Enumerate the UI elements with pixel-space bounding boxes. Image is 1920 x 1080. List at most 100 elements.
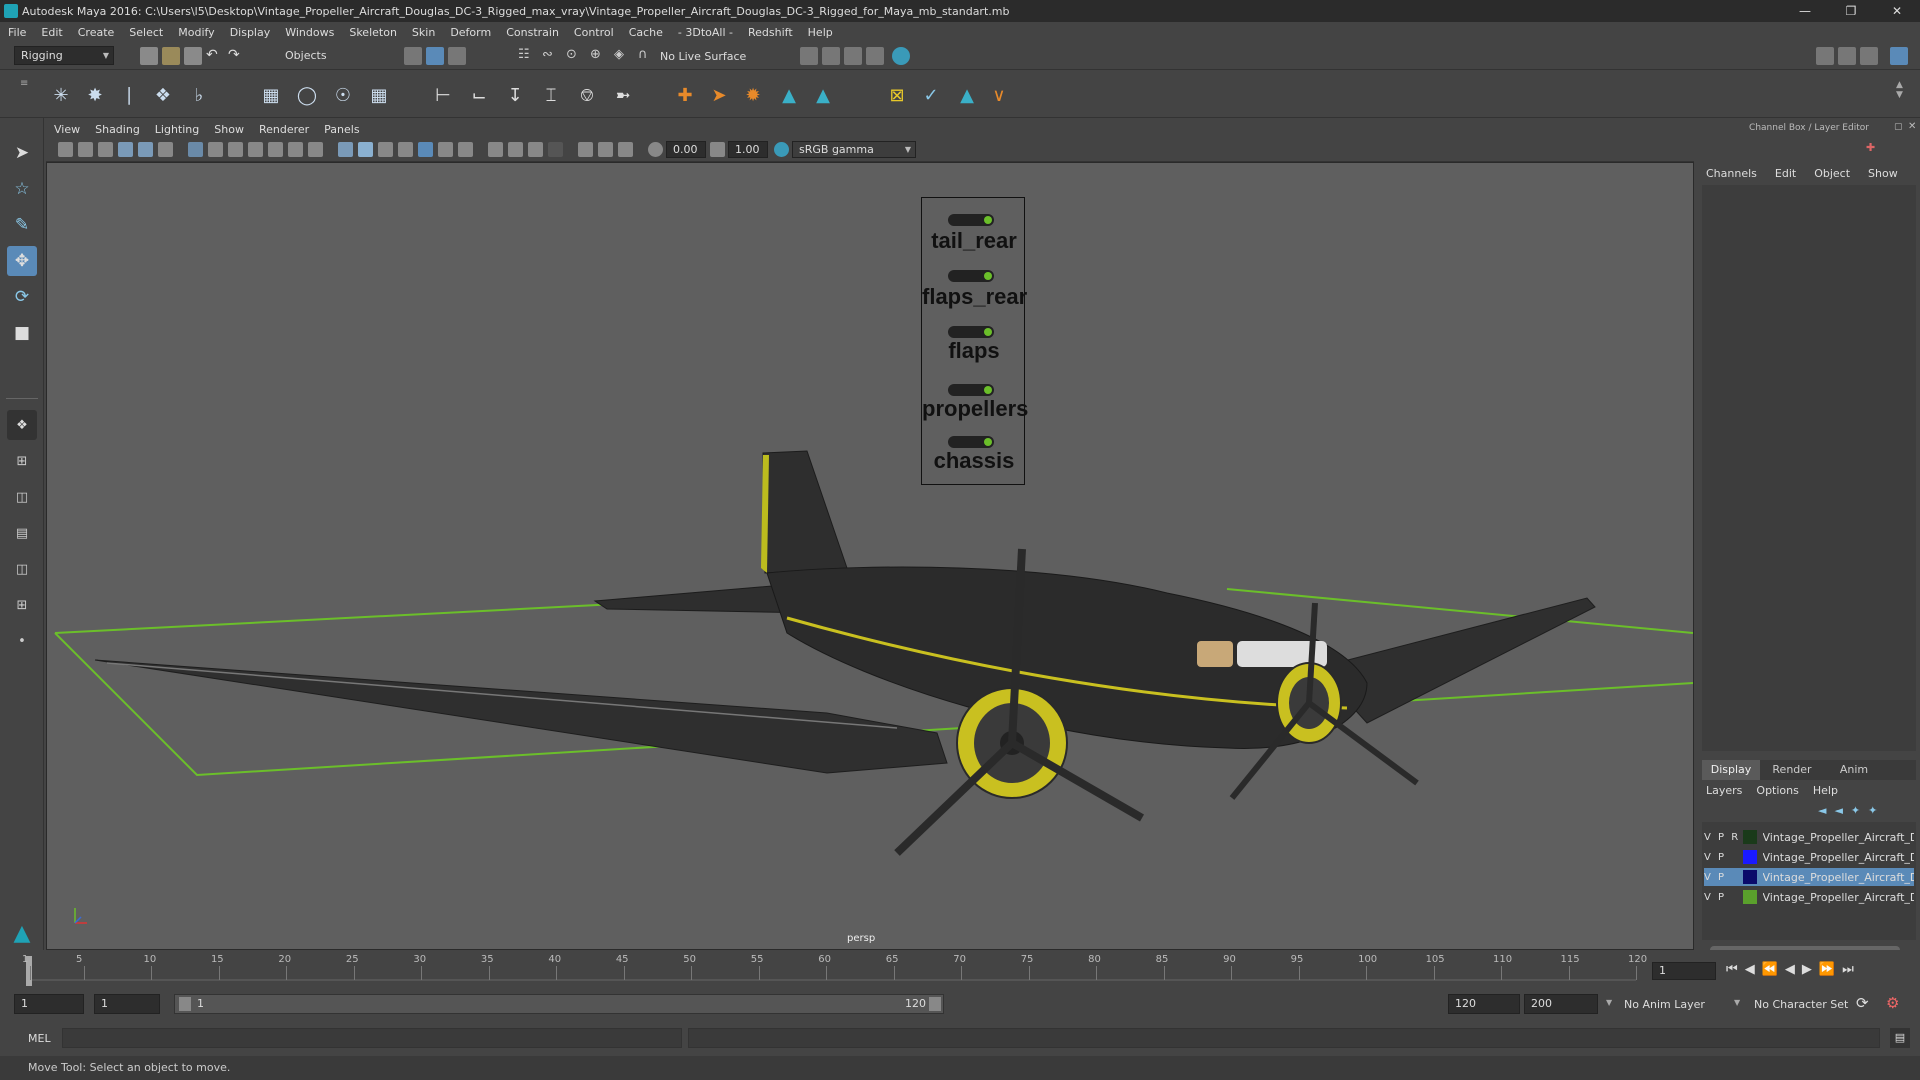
chevron-down-icon[interactable]: ▼ (1734, 998, 1740, 1007)
maximize-icon[interactable]: ❐ (1828, 0, 1874, 22)
new-scene-icon[interactable] (140, 47, 158, 65)
custom-layout-icon[interactable]: • (7, 626, 37, 656)
render-view-icon[interactable] (800, 47, 818, 65)
layer-flags[interactable]: V P R (1704, 832, 1743, 843)
layer-menu-options[interactable]: Options (1756, 784, 1798, 797)
select-component-icon[interactable] (448, 47, 466, 65)
multisample-aa-icon[interactable] (508, 142, 523, 157)
channel-list[interactable] (1702, 185, 1916, 751)
ipr-render-icon[interactable] (844, 47, 862, 65)
cb-menu-edit[interactable]: Edit (1775, 167, 1796, 180)
range-bar[interactable]: 1 120 (174, 994, 944, 1014)
snap-grid-icon[interactable]: ☷ (518, 47, 536, 65)
joint-tool-icon[interactable]: ✳ (48, 82, 74, 108)
bookmark-icon[interactable] (98, 142, 113, 157)
move-tool-icon[interactable]: ✥ (7, 246, 37, 276)
color-space-dropdown[interactable]: sRGB gamma ▼ (792, 141, 916, 158)
selection-mode-dropdown[interactable]: Objects (278, 46, 378, 65)
menu-skeleton[interactable]: Skeleton (349, 26, 397, 39)
menu-skin[interactable]: Skin (412, 26, 435, 39)
film-gate-icon[interactable] (208, 142, 223, 157)
layer-flags[interactable]: V P (1704, 872, 1743, 883)
time-slider[interactable]: 1 5 10 15 20 25 30 35 40 45 50 55 60 65 70 75 80 85 90 95 10… (0, 950, 1920, 990)
smooth-bind-icon[interactable]: ⌙ (466, 82, 492, 108)
menu-select[interactable]: Select (129, 26, 163, 39)
tail-rear-switch[interactable] (948, 214, 994, 226)
playback-start-field[interactable]: 1 (94, 994, 160, 1014)
layer-row[interactable]: V P R Vintage_Propeller_Aircraft_D (1704, 828, 1914, 846)
anim-layer-dropdown[interactable]: No Anim Layer (1624, 998, 1705, 1011)
range-start-handle[interactable] (179, 997, 191, 1011)
tool-settings-icon[interactable] (1860, 47, 1878, 65)
ik-spline-icon[interactable]: ∣ (116, 82, 142, 108)
shelf-scroll-icon[interactable]: ▲ ▼ (1896, 80, 1903, 100)
four-view-layout-icon[interactable]: ⊞ (7, 446, 37, 476)
vp-menu-show[interactable]: Show (214, 123, 244, 136)
textured-icon[interactable] (398, 142, 413, 157)
skin-cluster-icon[interactable]: ⎊ (574, 82, 600, 108)
step-back-icon[interactable]: ⏪ (1762, 962, 1785, 977)
undo-icon[interactable]: ↶ (206, 47, 224, 65)
layer-color-swatch[interactable] (1742, 890, 1757, 904)
layer-flags[interactable]: V P (1704, 892, 1743, 903)
exposure-field[interactable]: 0.00 (666, 141, 706, 158)
depth-of-field-icon[interactable] (528, 142, 543, 157)
xray-joints-icon[interactable] (598, 142, 613, 157)
open-scene-icon[interactable] (162, 47, 180, 65)
layer-menu-layers[interactable]: Layers (1706, 784, 1742, 797)
safe-action-icon[interactable] (288, 142, 303, 157)
layer-action-icons[interactable]: ◄◄✦✦ (1818, 804, 1885, 817)
propellers-switch[interactable] (948, 384, 994, 396)
grease-pencil-icon[interactable] (158, 142, 173, 157)
detach-skin-icon[interactable]: ➼ (610, 82, 636, 108)
vp-menu-renderer[interactable]: Renderer (259, 123, 309, 136)
maya-home-icon[interactable]: ▲ (7, 918, 37, 948)
perspective-viewport[interactable]: tail_rear flaps_rear flaps propellers ch… (46, 162, 1694, 950)
auto-key-icon[interactable]: ⟳ (1856, 994, 1869, 1012)
grid-toggle-icon[interactable] (188, 142, 203, 157)
step-back-key-icon[interactable]: ◀ (1745, 962, 1762, 977)
select-hierarchy-icon[interactable] (404, 47, 422, 65)
hypershade-layout-icon[interactable]: ⊞ (7, 590, 37, 620)
camera-attributes-icon[interactable] (78, 142, 93, 157)
layer-row[interactable]: V P Vintage_Propeller_Aircraft_D (1704, 888, 1914, 906)
tangent-constraint-icon[interactable]: ∨ (986, 82, 1012, 108)
script-editor-icon[interactable]: ▤ (1890, 1028, 1910, 1048)
orient-constraint-icon[interactable]: ✹ (740, 82, 766, 108)
render-frame-icon[interactable] (822, 47, 840, 65)
mel-label[interactable]: MEL (28, 1032, 51, 1045)
persp-graph-layout-icon[interactable]: ▤ (7, 518, 37, 548)
snap-surface-icon[interactable]: ◈ (614, 47, 632, 65)
bind-skin-icon[interactable]: ⊢ (430, 82, 456, 108)
select-tool-icon[interactable]: ➤ (7, 138, 37, 168)
outliner-layout-icon[interactable]: ◫ (7, 554, 37, 584)
isolate-select-icon[interactable] (548, 142, 563, 157)
xray-icon[interactable] (578, 142, 593, 157)
minimize-icon[interactable]: — (1782, 0, 1828, 22)
menuset-dropdown[interactable]: Rigging ▼ (14, 46, 114, 65)
paint-select-icon[interactable]: ✎ (7, 210, 37, 240)
wrap-icon[interactable]: ☉ (330, 82, 356, 108)
flaps-rear-switch[interactable] (948, 270, 994, 282)
persp-outliner-layout-icon[interactable]: ◫ (7, 482, 37, 512)
modeling-toolkit-icon[interactable] (1816, 47, 1834, 65)
wireframe-on-shaded-icon[interactable] (378, 142, 393, 157)
current-frame-field[interactable]: 1 (1652, 962, 1716, 980)
motion-blur-icon[interactable] (488, 142, 503, 157)
hypershade-icon[interactable] (892, 47, 910, 65)
range-end-handle[interactable] (929, 997, 941, 1011)
cluster-icon[interactable]: ◯ (294, 82, 320, 108)
parent-constraint-icon[interactable]: ▲ (776, 82, 802, 108)
menu-create[interactable]: Create (78, 26, 115, 39)
cb-menu-show[interactable]: Show (1868, 167, 1898, 180)
geometry-constraint-icon[interactable]: ✓ (918, 82, 944, 108)
lattice-icon[interactable]: ▦ (258, 82, 284, 108)
playback-end-field[interactable]: 120 (1448, 994, 1520, 1014)
go-to-end-icon[interactable]: ⏭ (1842, 962, 1861, 977)
lasso-tool-icon[interactable]: ☆ (7, 174, 37, 204)
play-forward-icon[interactable]: ▶ (1802, 962, 1819, 977)
camera-select-icon[interactable] (58, 142, 73, 157)
mirror-joint-icon[interactable]: ♭ (186, 82, 212, 108)
menu-display[interactable]: Display (230, 26, 271, 39)
go-to-start-icon[interactable]: ⏮ (1726, 962, 1745, 977)
